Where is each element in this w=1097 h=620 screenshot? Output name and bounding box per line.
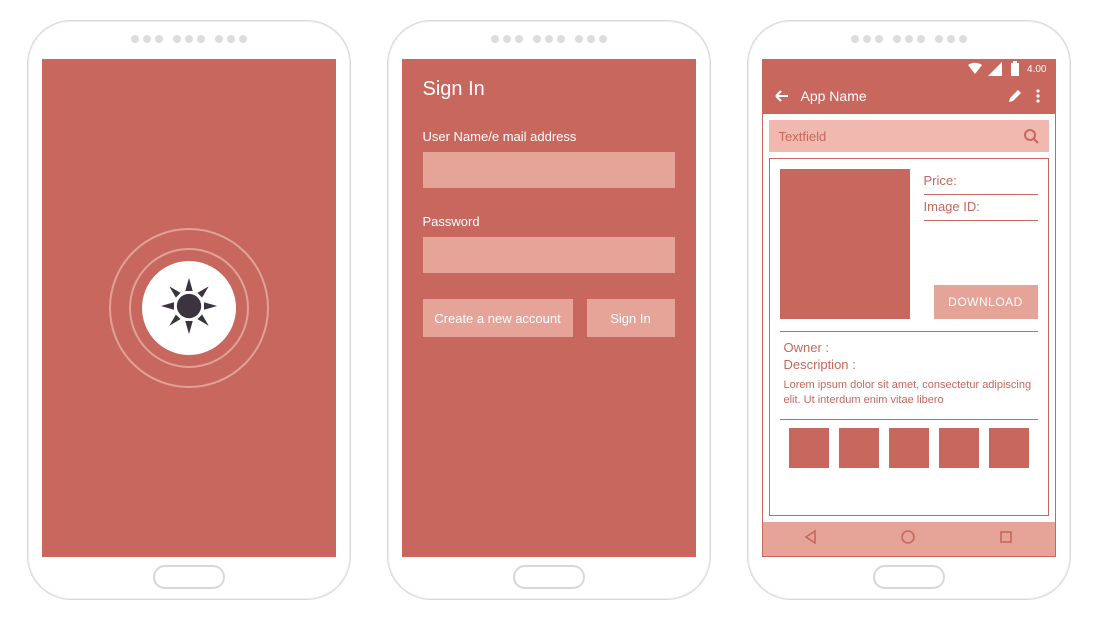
logo-ring-inner xyxy=(129,248,249,368)
wifi-icon xyxy=(967,61,983,77)
signin-screen: Sign In User Name/e mail address Passwor… xyxy=(402,59,696,557)
description-text: Lorem ipsum dolor sit amet, consectetur … xyxy=(784,378,1038,409)
thumbnail[interactable] xyxy=(939,428,979,468)
speaker-dots xyxy=(388,35,710,43)
password-label: Password xyxy=(423,214,675,229)
owner-label: Owner : xyxy=(784,340,1038,355)
thumbnail[interactable] xyxy=(789,428,829,468)
splash-screen xyxy=(42,59,336,557)
main-image-placeholder xyxy=(780,169,910,319)
search-bar[interactable]: Textfield xyxy=(769,120,1049,152)
thumbnail[interactable] xyxy=(889,428,929,468)
home-button[interactable] xyxy=(873,565,945,589)
android-nav-bar xyxy=(763,522,1055,556)
nav-back-icon[interactable] xyxy=(803,529,819,550)
search-placeholder: Textfield xyxy=(779,129,827,144)
status-bar: 4.00 xyxy=(763,60,1055,78)
phone-frame-signin: Sign In User Name/e mail address Passwor… xyxy=(387,20,711,600)
overflow-menu-icon[interactable] xyxy=(1035,88,1045,104)
signin-title: Sign In xyxy=(423,78,675,101)
logo-disc xyxy=(142,261,236,355)
imageid-label: Image ID: xyxy=(924,195,1038,221)
home-button[interactable] xyxy=(513,565,585,589)
create-account-button[interactable]: Create a new account xyxy=(423,299,573,337)
thumbnail[interactable] xyxy=(839,428,879,468)
home-button[interactable] xyxy=(153,565,225,589)
speaker-dots xyxy=(748,35,1070,43)
signin-button-row: Create a new account Sign In xyxy=(423,299,675,337)
speaker-dots xyxy=(28,35,350,43)
price-label: Price: xyxy=(924,169,1038,195)
logo-ring-outer xyxy=(109,228,269,388)
app-bar: App Name xyxy=(763,78,1055,114)
status-time: 4.00 xyxy=(1027,64,1046,75)
nav-recent-icon[interactable] xyxy=(998,529,1014,550)
back-arrow-icon[interactable] xyxy=(773,88,789,104)
signal-icon xyxy=(987,61,1003,77)
phone-frame-splash xyxy=(27,20,351,600)
battery-icon xyxy=(1007,61,1023,77)
thumbnail[interactable] xyxy=(989,428,1029,468)
password-input[interactable] xyxy=(423,237,675,273)
app-title: App Name xyxy=(801,88,867,104)
phone-frame-detail: 4.00 App Name Textfield xyxy=(747,20,1071,600)
username-label: User Name/e mail address xyxy=(423,129,675,144)
sun-icon xyxy=(159,276,219,341)
edit-pencil-icon[interactable] xyxy=(1007,88,1023,104)
search-icon[interactable] xyxy=(1023,128,1039,144)
detail-screen: 4.00 App Name Textfield xyxy=(762,59,1056,557)
thumbnail-row xyxy=(780,419,1038,468)
description-label: Description : xyxy=(784,357,1038,372)
nav-home-icon[interactable] xyxy=(900,529,916,550)
download-button[interactable]: DOWNLOAD xyxy=(934,285,1038,319)
username-input[interactable] xyxy=(423,152,675,188)
content-card: Price: Image ID: DOWNLOAD Owner : Descri… xyxy=(769,158,1049,516)
signin-button[interactable]: Sign In xyxy=(587,299,675,337)
